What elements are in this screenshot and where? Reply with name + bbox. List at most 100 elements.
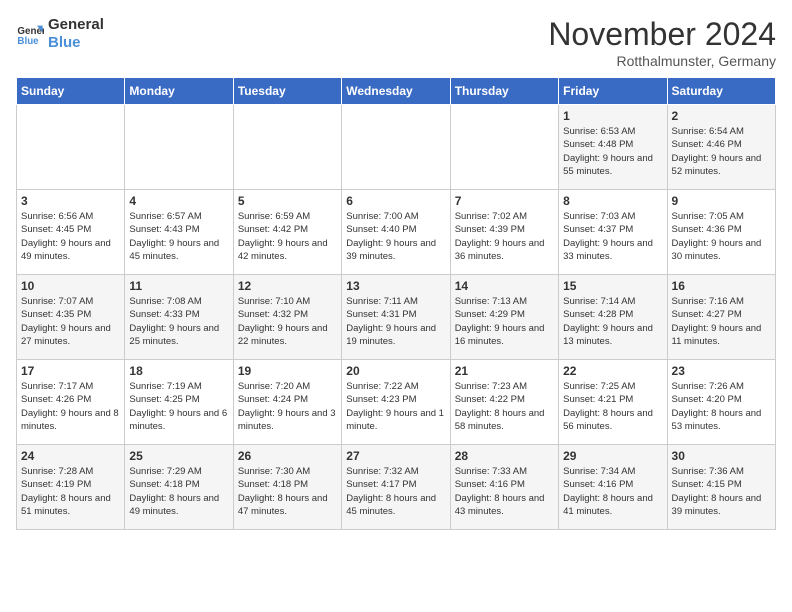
calendar-cell: 1 Sunrise: 6:53 AM Sunset: 4:48 PM Daylig…	[559, 105, 667, 190]
logo-general: General	[48, 16, 104, 34]
day-detail: Sunrise: 7:10 AM Sunset: 4:32 PM Dayligh…	[238, 295, 337, 348]
day-detail: Sunrise: 7:02 AM Sunset: 4:39 PM Dayligh…	[455, 210, 554, 263]
calendar-cell: 11 Sunrise: 7:08 AM Sunset: 4:33 PM Dayli…	[125, 275, 233, 360]
calendar-cell: 26 Sunrise: 7:30 AM Sunset: 4:18 PM Dayli…	[233, 445, 341, 530]
day-number: 5	[238, 194, 337, 208]
day-detail: Sunrise: 6:59 AM Sunset: 4:42 PM Dayligh…	[238, 210, 337, 263]
month-year: November 2024	[548, 16, 776, 53]
calendar-cell: 23Sunrise: 7:26 AM Sunset: 4:20 PM Dayli…	[667, 360, 775, 445]
day-number: 10	[21, 279, 120, 293]
day-number: 11	[129, 279, 228, 293]
calendar-cell: 17 Sunrise: 7:17 AM Sunset: 4:26 PM Dayli…	[17, 360, 125, 445]
day-detail: Sunrise: 7:14 AM Sunset: 4:28 PM Dayligh…	[563, 295, 662, 348]
day-number: 2	[672, 109, 771, 123]
day-detail: Sunrise: 7:16 AM Sunset: 4:27 PM Dayligh…	[672, 295, 771, 348]
title-block: November 2024 Rotthalmunster, Germany	[548, 16, 776, 69]
day-detail: Sunrise: 7:22 AM Sunset: 4:23 PM Dayligh…	[346, 380, 445, 433]
header-monday: Monday	[125, 78, 233, 105]
header-saturday: Saturday	[667, 78, 775, 105]
location: Rotthalmunster, Germany	[548, 53, 776, 69]
calendar-cell: 9 Sunrise: 7:05 AM Sunset: 4:36 PM Daylig…	[667, 190, 775, 275]
day-number: 24	[21, 449, 120, 463]
calendar-cell: 20 Sunrise: 7:22 AM Sunset: 4:23 PM Dayli…	[342, 360, 450, 445]
day-number: 3	[21, 194, 120, 208]
day-number: 6	[346, 194, 445, 208]
day-number: 19	[238, 364, 337, 378]
week-row-4: 17 Sunrise: 7:17 AM Sunset: 4:26 PM Dayli…	[17, 360, 776, 445]
week-row-5: 24 Sunrise: 7:28 AM Sunset: 4:19 PM Dayli…	[17, 445, 776, 530]
calendar-cell: 10 Sunrise: 7:07 AM Sunset: 4:35 PM Dayli…	[17, 275, 125, 360]
calendar-table: SundayMondayTuesdayWednesdayThursdayFrid…	[16, 77, 776, 530]
page-header: General Blue General Blue November 2024 …	[16, 16, 776, 69]
week-row-3: 10 Sunrise: 7:07 AM Sunset: 4:35 PM Dayli…	[17, 275, 776, 360]
logo-icon: General Blue	[16, 20, 44, 48]
day-detail: Sunrise: 7:36 AM Sunset: 4:15 PM Dayligh…	[672, 465, 771, 518]
calendar-cell: 3 Sunrise: 6:56 AM Sunset: 4:45 PM Daylig…	[17, 190, 125, 275]
calendar-cell	[17, 105, 125, 190]
day-detail: Sunrise: 6:54 AM Sunset: 4:46 PM Dayligh…	[672, 125, 771, 178]
calendar-cell: 16 Sunrise: 7:16 AM Sunset: 4:27 PM Dayli…	[667, 275, 775, 360]
logo: General Blue General Blue	[16, 16, 104, 52]
calendar-cell: 21 Sunrise: 7:23 AM Sunset: 4:22 PM Dayli…	[450, 360, 558, 445]
calendar-cell: 8Sunrise: 7:03 AM Sunset: 4:37 PM Daylig…	[559, 190, 667, 275]
calendar-cell: 15 Sunrise: 7:14 AM Sunset: 4:28 PM Dayli…	[559, 275, 667, 360]
day-number: 17	[21, 364, 120, 378]
header-tuesday: Tuesday	[233, 78, 341, 105]
calendar-cell: 13Sunrise: 7:11 AM Sunset: 4:31 PM Dayli…	[342, 275, 450, 360]
calendar-cell: 6Sunrise: 7:00 AM Sunset: 4:40 PM Daylig…	[342, 190, 450, 275]
day-detail: Sunrise: 7:25 AM Sunset: 4:21 PM Dayligh…	[563, 380, 662, 433]
logo-blue: Blue	[48, 34, 104, 52]
calendar-cell: 22Sunrise: 7:25 AM Sunset: 4:21 PM Dayli…	[559, 360, 667, 445]
week-row-1: 1 Sunrise: 6:53 AM Sunset: 4:48 PM Daylig…	[17, 105, 776, 190]
header-thursday: Thursday	[450, 78, 558, 105]
calendar-cell	[125, 105, 233, 190]
day-detail: Sunrise: 7:03 AM Sunset: 4:37 PM Dayligh…	[563, 210, 662, 263]
day-number: 20	[346, 364, 445, 378]
calendar-cell: 14 Sunrise: 7:13 AM Sunset: 4:29 PM Dayli…	[450, 275, 558, 360]
day-number: 9	[672, 194, 771, 208]
day-detail: Sunrise: 6:57 AM Sunset: 4:43 PM Dayligh…	[129, 210, 228, 263]
day-number: 1	[563, 109, 662, 123]
calendar-cell: 18Sunrise: 7:19 AM Sunset: 4:25 PM Dayli…	[125, 360, 233, 445]
calendar-cell	[342, 105, 450, 190]
calendar-cell: 7 Sunrise: 7:02 AM Sunset: 4:39 PM Daylig…	[450, 190, 558, 275]
day-number: 18	[129, 364, 228, 378]
calendar-cell: 30 Sunrise: 7:36 AM Sunset: 4:15 PM Dayli…	[667, 445, 775, 530]
day-number: 12	[238, 279, 337, 293]
day-detail: Sunrise: 6:53 AM Sunset: 4:48 PM Dayligh…	[563, 125, 662, 178]
day-number: 13	[346, 279, 445, 293]
day-number: 14	[455, 279, 554, 293]
day-number: 23	[672, 364, 771, 378]
calendar-cell: 19Sunrise: 7:20 AM Sunset: 4:24 PM Dayli…	[233, 360, 341, 445]
day-number: 26	[238, 449, 337, 463]
header-wednesday: Wednesday	[342, 78, 450, 105]
calendar-cell	[450, 105, 558, 190]
calendar-header-row: SundayMondayTuesdayWednesdayThursdayFrid…	[17, 78, 776, 105]
calendar-cell	[233, 105, 341, 190]
calendar-cell: 5 Sunrise: 6:59 AM Sunset: 4:42 PM Daylig…	[233, 190, 341, 275]
day-number: 25	[129, 449, 228, 463]
day-number: 30	[672, 449, 771, 463]
svg-text:Blue: Blue	[17, 36, 39, 47]
calendar-cell: 27 Sunrise: 7:32 AM Sunset: 4:17 PM Dayli…	[342, 445, 450, 530]
header-sunday: Sunday	[17, 78, 125, 105]
week-row-2: 3 Sunrise: 6:56 AM Sunset: 4:45 PM Daylig…	[17, 190, 776, 275]
day-detail: Sunrise: 7:05 AM Sunset: 4:36 PM Dayligh…	[672, 210, 771, 263]
header-friday: Friday	[559, 78, 667, 105]
day-detail: Sunrise: 7:08 AM Sunset: 4:33 PM Dayligh…	[129, 295, 228, 348]
day-detail: Sunrise: 7:07 AM Sunset: 4:35 PM Dayligh…	[21, 295, 120, 348]
calendar-cell: 12 Sunrise: 7:10 AM Sunset: 4:32 PM Dayli…	[233, 275, 341, 360]
day-detail: Sunrise: 7:13 AM Sunset: 4:29 PM Dayligh…	[455, 295, 554, 348]
day-number: 16	[672, 279, 771, 293]
day-detail: Sunrise: 7:29 AM Sunset: 4:18 PM Dayligh…	[129, 465, 228, 518]
day-number: 7	[455, 194, 554, 208]
day-detail: Sunrise: 7:23 AM Sunset: 4:22 PM Dayligh…	[455, 380, 554, 433]
day-detail: Sunrise: 7:28 AM Sunset: 4:19 PM Dayligh…	[21, 465, 120, 518]
day-detail: Sunrise: 7:32 AM Sunset: 4:17 PM Dayligh…	[346, 465, 445, 518]
day-detail: Sunrise: 7:30 AM Sunset: 4:18 PM Dayligh…	[238, 465, 337, 518]
day-detail: Sunrise: 7:17 AM Sunset: 4:26 PM Dayligh…	[21, 380, 120, 433]
day-detail: Sunrise: 6:56 AM Sunset: 4:45 PM Dayligh…	[21, 210, 120, 263]
day-number: 21	[455, 364, 554, 378]
day-number: 27	[346, 449, 445, 463]
day-number: 15	[563, 279, 662, 293]
